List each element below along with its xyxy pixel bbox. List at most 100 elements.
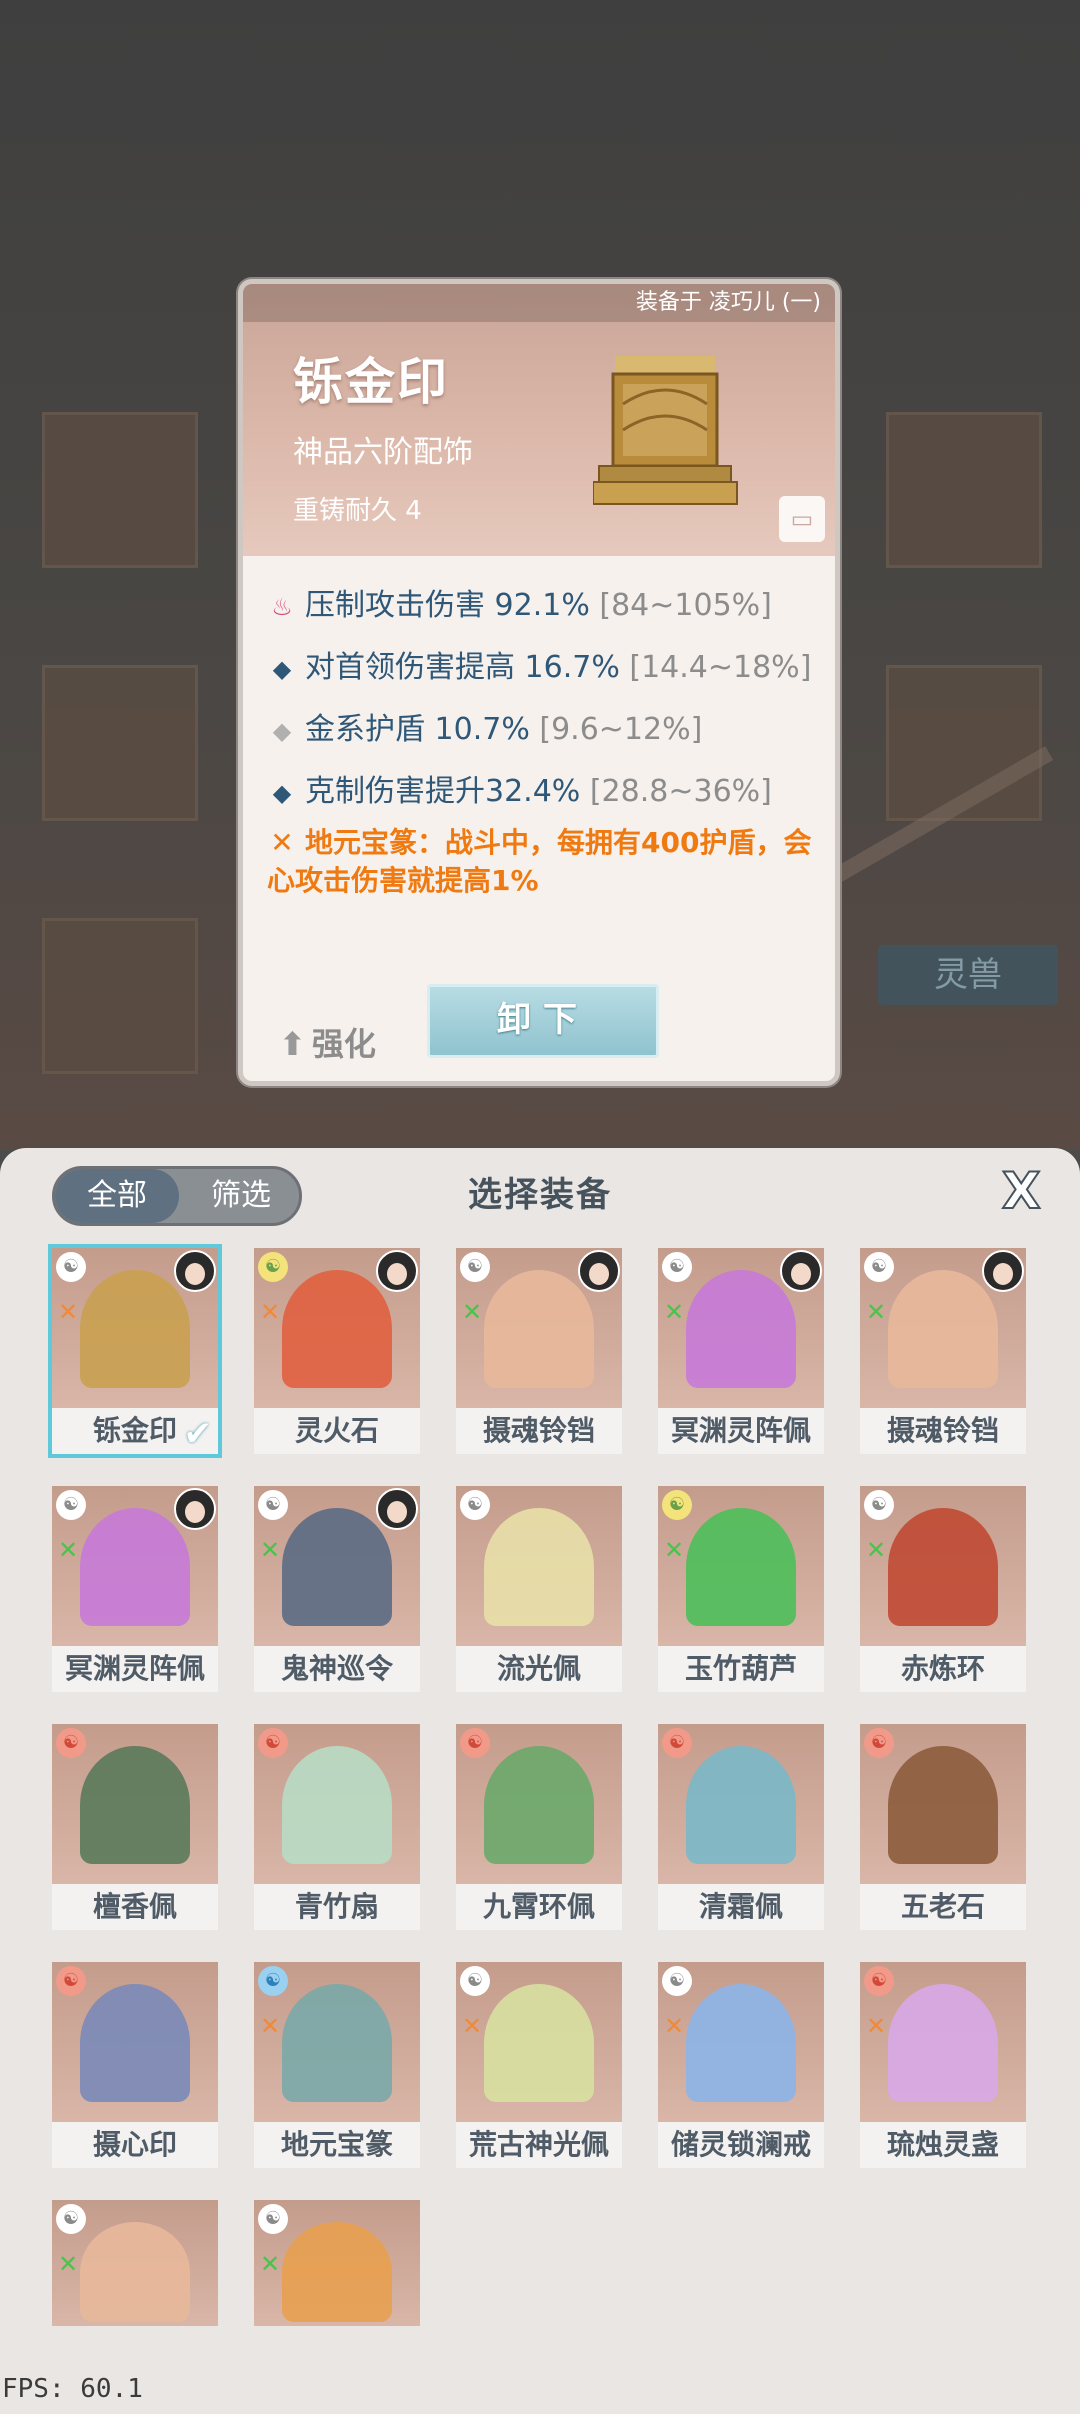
lock-badge-icon[interactable]: ▭ — [779, 496, 825, 542]
equipment-grid-item[interactable]: ☯ 檀香佩 — [52, 1724, 218, 1930]
attribute-mark-icon: ✕ — [58, 2250, 79, 2278]
stat-text: 对首领伤害提高 16.7% — [305, 650, 630, 685]
flame-icon: ♨ — [271, 593, 293, 621]
item-grade: 神品六阶配饰 — [293, 435, 473, 470]
stat-text: 金系护盾 10.7% — [305, 712, 540, 747]
element-badge-icon: ☯ — [662, 1490, 692, 1520]
item-label: 摄魂铃铛 — [456, 1408, 622, 1454]
up-arrow-icon: ⬆ — [279, 1025, 306, 1063]
owner-avatar — [982, 1250, 1024, 1292]
attribute-mark-icon: ✕ — [462, 1298, 483, 1326]
element-badge-icon: ☯ — [56, 2204, 86, 2234]
stat-range: [28.8~36%] — [589, 774, 772, 809]
element-badge-icon: ☯ — [864, 1966, 894, 1996]
attribute-mark-icon: ✕ — [260, 2250, 281, 2278]
attribute-mark-icon: ✕ — [664, 1298, 685, 1326]
item-artwork — [80, 1746, 190, 1864]
stat-range: [9.6~12%] — [539, 712, 703, 747]
element-badge-icon: ☯ — [258, 1966, 288, 1996]
item-label: 冥渊灵阵佩 — [658, 1408, 824, 1454]
item-artwork — [484, 1984, 594, 2102]
item-artwork — [282, 2222, 392, 2322]
attribute-mark-icon: ✕ — [260, 2012, 281, 2040]
equipment-grid-item[interactable]: ☯ 九霄环佩 — [456, 1724, 622, 1930]
equipment-grid-item[interactable]: ☯ ✕ 地元宝篆 — [254, 1962, 420, 2168]
owner-avatar — [578, 1250, 620, 1292]
element-badge-icon: ☯ — [56, 1490, 86, 1520]
item-label: 储灵锁澜戒 — [658, 2122, 824, 2168]
item-detail-card: 装备于 凌巧儿 (一) 铄金印 神品六阶配饰 重铸耐久 4 ▭ ♨ 压制攻击伤害 … — [238, 279, 840, 1086]
item-artwork — [282, 1508, 392, 1626]
skill-text: 地元宝篆：战斗中，每拥有400护盾，会心攻击伤害就提高1% — [267, 826, 812, 897]
equipment-grid-item[interactable]: ☯ ✕ 冥渊灵阵佩 — [52, 1486, 218, 1692]
element-badge-icon: ☯ — [258, 1252, 288, 1282]
stat-row: ◆ 克制伤害提升32.4% [28.8~36%] — [267, 766, 772, 810]
unequip-button[interactable]: 卸下 — [427, 984, 659, 1058]
equipment-grid-item[interactable]: ☯ 摄心印 — [52, 1962, 218, 2168]
bg-equipment-slot — [886, 412, 1042, 568]
bg-equipment-slot — [42, 412, 198, 568]
owner-avatar — [376, 1488, 418, 1530]
item-artwork — [484, 1270, 594, 1388]
item-label: 摄魂铃铛 — [860, 1408, 1026, 1454]
element-badge-icon: ☯ — [56, 1966, 86, 1996]
equipment-grid-item[interactable]: ☯ 青竹扇 — [254, 1724, 420, 1930]
item-artwork — [888, 1508, 998, 1626]
item-label: 荒古神光佩 — [456, 2122, 622, 2168]
owner-avatar — [780, 1250, 822, 1292]
stat-text: 压制攻击伤害 92.1% — [305, 588, 600, 623]
equipment-grid-item[interactable]: ☯ ✕ 玉竹葫芦 — [658, 1486, 824, 1692]
item-label: 九霄环佩 — [456, 1884, 622, 1930]
element-badge-icon: ☯ — [864, 1490, 894, 1520]
sheet-title: 选择装备 — [468, 1175, 612, 1215]
item-recast-durability: 重铸耐久 4 — [293, 496, 422, 526]
item-artwork — [80, 1270, 190, 1388]
item-artwork — [80, 1508, 190, 1626]
element-badge-icon: ☯ — [460, 1490, 490, 1520]
item-artwork — [888, 1984, 998, 2102]
element-badge-icon: ☯ — [460, 1966, 490, 1996]
element-badge-icon: ☯ — [56, 1252, 86, 1282]
attribute-mark-icon: ✕ — [260, 1298, 281, 1326]
item-label: 五老石 — [860, 1884, 1026, 1930]
element-badge-icon: ☯ — [662, 1252, 692, 1282]
item-artwork — [592, 346, 753, 516]
attribute-mark-icon: ✕ — [462, 2012, 483, 2040]
element-badge-icon: ☯ — [864, 1728, 894, 1758]
equipment-grid-item[interactable]: ☯ ✕ 琉烛灵盏 — [860, 1962, 1026, 2168]
strengthen-button[interactable]: ⬆ 强化 — [279, 1019, 376, 1065]
bg-equipment-slot — [42, 665, 198, 821]
equipment-grid-item[interactable]: ☯ ✕ 储灵锁澜戒 — [658, 1962, 824, 2168]
equipment-grid-item[interactable]: ☯ ✕ 鬼神巡令 — [254, 1486, 420, 1692]
element-badge-icon: ☯ — [460, 1252, 490, 1282]
attribute-mark-icon: ✕ — [664, 2012, 685, 2040]
skill-icon: ✕ — [270, 826, 294, 859]
element-badge-icon: ☯ — [56, 1728, 86, 1758]
item-label: 冥渊灵阵佩 — [52, 1646, 218, 1692]
item-label: 檀香佩 — [52, 1884, 218, 1930]
item-label: 清霜佩 — [658, 1884, 824, 1930]
item-label: 鬼神巡令 — [254, 1646, 420, 1692]
equipment-grid-item[interactable]: ☯ ✕ 铄金印 ✔ — [48, 1244, 222, 1458]
diamond-icon: ◆ — [272, 779, 292, 807]
equipment-grid-item[interactable]: ☯ 流光佩 — [456, 1486, 622, 1692]
equipment-grid-item[interactable]: ☯ ✕ — [254, 2200, 420, 2406]
close-icon[interactable]: X — [1001, 1161, 1042, 1221]
equipment-grid-item[interactable]: ☯ ✕ 冥渊灵阵佩 — [658, 1248, 824, 1454]
attribute-mark-icon: ✕ — [260, 1536, 281, 1564]
equipment-grid-item[interactable]: ☯ 五老石 — [860, 1724, 1026, 1930]
owner-avatar — [376, 1250, 418, 1292]
card-header: 装备于 凌巧儿 (一) 铄金印 神品六阶配饰 重铸耐久 4 ▭ — [243, 284, 835, 556]
equipment-grid-item[interactable]: ☯ ✕ 摄魂铃铛 — [456, 1248, 622, 1454]
equipment-grid-item[interactable]: ☯ ✕ 荒古神光佩 — [456, 1962, 622, 2168]
equipment-grid-item[interactable]: ☯ 清霜佩 — [658, 1724, 824, 1930]
stat-row: ◆ 金系护盾 10.7% [9.6~12%] — [267, 704, 703, 748]
item-artwork — [282, 1984, 392, 2102]
attribute-mark-icon: ✕ — [866, 1298, 887, 1326]
attribute-mark-icon: ✕ — [58, 1298, 79, 1326]
equipment-grid-item[interactable]: ☯ ✕ 灵火石 — [254, 1248, 420, 1454]
equipment-grid-item[interactable]: ☯ ✕ 摄魂铃铛 — [860, 1248, 1026, 1454]
item-artwork — [282, 1270, 392, 1388]
fps-counter: FPS: 60.1 — [2, 2374, 143, 2404]
equipment-grid-item[interactable]: ☯ ✕ 赤炼环 — [860, 1486, 1026, 1692]
